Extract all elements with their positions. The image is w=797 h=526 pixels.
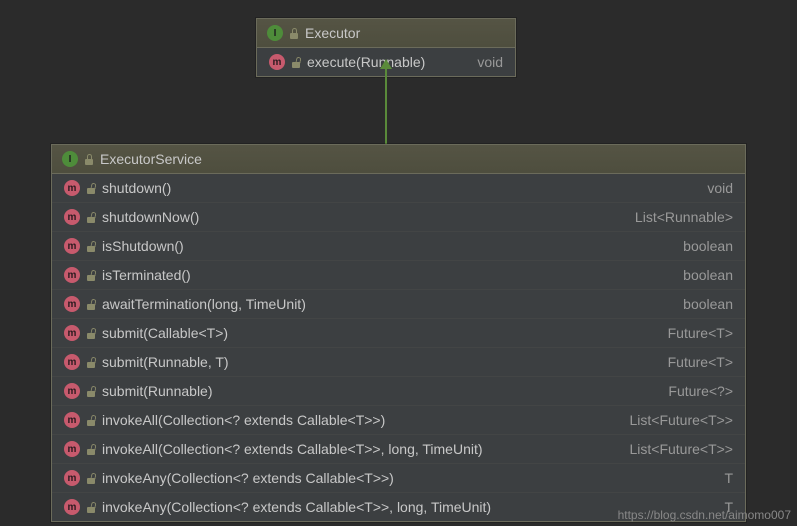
method-row: submit(Runnable, T) Future<T> <box>52 348 745 377</box>
lock-open-icon <box>86 386 96 397</box>
method-row: invokeAny(Collection<? extends Callable<… <box>52 464 745 493</box>
executor-header: Executor <box>257 19 515 48</box>
executorservice-header: ExecutorService <box>52 145 745 174</box>
method-icon <box>269 54 285 70</box>
method-icon <box>64 267 80 283</box>
lock-open-icon <box>86 241 96 252</box>
lock-open-icon <box>86 444 96 455</box>
lock-icon <box>84 154 94 165</box>
method-row: submit(Runnable) Future<?> <box>52 377 745 406</box>
method-signature: shutdownNow() <box>102 209 199 225</box>
executorservice-title: ExecutorService <box>100 151 202 167</box>
lock-icon <box>289 28 299 39</box>
method-signature: submit(Runnable) <box>102 383 213 399</box>
method-icon <box>64 209 80 225</box>
lock-open-icon <box>86 415 96 426</box>
method-icon <box>64 238 80 254</box>
method-signature: invokeAll(Collection<? extends Callable<… <box>102 441 483 457</box>
method-return: void <box>457 54 503 70</box>
method-signature: submit(Runnable, T) <box>102 354 229 370</box>
method-return: boolean <box>663 267 733 283</box>
executor-title: Executor <box>305 25 360 41</box>
lock-open-icon <box>86 212 96 223</box>
lock-open-icon <box>86 502 96 513</box>
method-icon <box>64 499 80 515</box>
method-return: boolean <box>663 296 733 312</box>
method-return: Future<T> <box>648 325 733 341</box>
method-icon <box>64 383 80 399</box>
method-signature: invokeAny(Collection<? extends Callable<… <box>102 470 394 486</box>
method-return: Future<T> <box>648 354 733 370</box>
method-icon <box>64 180 80 196</box>
method-icon <box>64 412 80 428</box>
method-return: List<Future<T>> <box>609 412 733 428</box>
method-signature: invokeAll(Collection<? extends Callable<… <box>102 412 385 428</box>
method-signature: isTerminated() <box>102 267 191 283</box>
executorservice-class-box: ExecutorService shutdown() void shutdownNo… <box>51 144 746 522</box>
lock-open-icon <box>291 57 301 68</box>
method-row: awaitTermination(long, TimeUnit) boolean <box>52 290 745 319</box>
method-icon <box>64 296 80 312</box>
method-signature: invokeAny(Collection<? extends Callable<… <box>102 499 491 515</box>
method-row: shutdown() void <box>52 174 745 203</box>
method-return: T <box>704 470 733 486</box>
method-signature: shutdown() <box>102 180 171 196</box>
method-signature: execute(Runnable) <box>307 54 425 70</box>
method-icon <box>64 325 80 341</box>
method-return: List<Future<T>> <box>609 441 733 457</box>
method-row: isShutdown() boolean <box>52 232 745 261</box>
method-row: shutdownNow() List<Runnable> <box>52 203 745 232</box>
method-return: Future<?> <box>648 383 733 399</box>
interface-icon <box>62 151 78 167</box>
method-icon <box>64 441 80 457</box>
lock-open-icon <box>86 328 96 339</box>
method-row: submit(Callable<T>) Future<T> <box>52 319 745 348</box>
lock-open-icon <box>86 270 96 281</box>
watermark-text: https://blog.csdn.net/aimomo007 <box>618 508 791 522</box>
method-return: void <box>687 180 733 196</box>
method-signature: awaitTermination(long, TimeUnit) <box>102 296 306 312</box>
method-icon <box>64 354 80 370</box>
method-return: boolean <box>663 238 733 254</box>
method-icon <box>64 470 80 486</box>
method-row: invokeAll(Collection<? extends Callable<… <box>52 406 745 435</box>
method-row: invokeAll(Collection<? extends Callable<… <box>52 435 745 464</box>
lock-open-icon <box>86 473 96 484</box>
method-signature: submit(Callable<T>) <box>102 325 228 341</box>
interface-icon <box>267 25 283 41</box>
lock-open-icon <box>86 299 96 310</box>
lock-open-icon <box>86 357 96 368</box>
lock-open-icon <box>86 183 96 194</box>
method-signature: isShutdown() <box>102 238 184 254</box>
method-row: isTerminated() boolean <box>52 261 745 290</box>
method-return: List<Runnable> <box>615 209 733 225</box>
inheritance-arrow <box>385 67 387 144</box>
